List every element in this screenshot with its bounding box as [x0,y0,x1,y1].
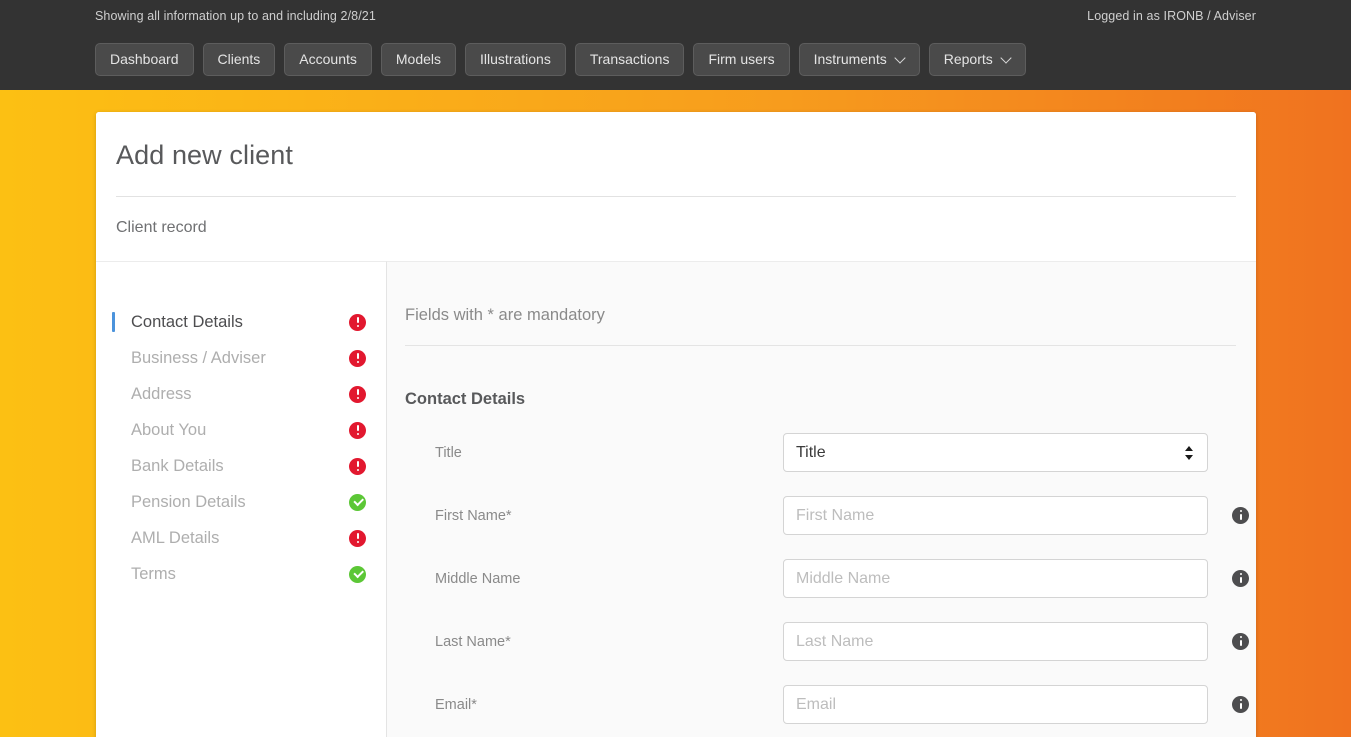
nav-button-clients[interactable]: Clients [203,43,276,76]
active-indicator-bar [112,384,115,404]
sidebar-item-label: Contact Details [131,313,341,332]
nav-button-reports[interactable]: Reports [929,43,1026,76]
field-wrapper [783,496,1208,535]
logged-in-as-text: Logged in as IRONB / Adviser [1087,9,1256,23]
nav-button-firm-users[interactable]: Firm users [693,43,789,76]
field-label: Title [435,445,783,461]
middle-name-input[interactable] [783,559,1208,598]
form-row: TitleTitleMrMrsMissMsDr [405,433,1236,472]
form-section-sidebar: Contact Details Business / Adviser Address… [96,261,387,737]
field-wrapper [783,685,1208,724]
sidebar-item-label: Pension Details [131,493,341,512]
active-indicator-bar [112,456,115,476]
card-subtitle: Client record [116,197,1236,261]
select-wrapper: TitleMrMrsMissMsDr [783,433,1208,472]
email-input[interactable] [783,685,1208,724]
nav-button-label: Clients [218,44,261,75]
nav-button-instruments[interactable]: Instruments [799,43,920,76]
sidebar-item-about-you[interactable]: About You [96,412,386,448]
nav-button-illustrations[interactable]: Illustrations [465,43,566,76]
sidebar-item-label: About You [131,421,341,440]
showing-information-text: Showing all information up to and includ… [95,9,376,23]
form-row: Email* [405,685,1236,724]
active-indicator-bar [112,312,115,332]
mandatory-fields-note: Fields with * are mandatory [405,306,1236,346]
error-exclamation-icon [349,422,366,439]
sidebar-item-bank-details[interactable]: Bank Details [96,448,386,484]
sidebar-item-label: AML Details [131,529,341,548]
field-label: First Name* [435,508,783,524]
nav-button-accounts[interactable]: Accounts [284,43,372,76]
chevron-down-icon [1002,53,1011,62]
nav-button-label: Models [396,44,441,75]
first-name-input[interactable] [783,496,1208,535]
main-nav-buttons: Dashboard Clients Accounts Models Illustrati… [95,43,1026,76]
field-label: Email* [435,697,783,713]
sidebar-item-terms[interactable]: Terms [96,556,386,592]
page-title: Add new client [116,140,1236,171]
form-fields-container: TitleTitleMrMrsMissMsDr First Name* Middle… [405,433,1236,724]
sidebar-item-pension-details[interactable]: Pension Details [96,484,386,520]
nav-button-label: Instruments [814,44,887,75]
top-navigation-bar: Showing all information up to and includ… [0,0,1351,90]
error-exclamation-icon [349,458,366,475]
sidebar-item-address[interactable]: Address [96,376,386,412]
check-circle-icon [349,566,366,583]
sidebar-item-label: Address [131,385,341,404]
card-body: Contact Details Business / Adviser Address… [96,261,1256,737]
add-new-client-card: Add new client Client record Contact Det… [96,112,1256,737]
sidebar-item-contact-details[interactable]: Contact Details [96,304,386,340]
sidebar-item-aml-details[interactable]: AML Details [96,520,386,556]
info-icon[interactable] [1232,570,1249,587]
nav-button-label: Firm users [708,44,774,75]
sidebar-item-label: Business / Adviser [131,349,341,368]
nav-button-label: Dashboard [110,44,179,75]
card-header: Add new client Client record [96,112,1256,261]
title-select[interactable]: TitleMrMrsMissMsDr [783,433,1208,472]
field-label: Middle Name [435,571,783,587]
sidebar-item-business-adviser[interactable]: Business / Adviser [96,340,386,376]
error-exclamation-icon [349,530,366,547]
field-wrapper [783,559,1208,598]
nav-button-dashboard[interactable]: Dashboard [95,43,194,76]
info-icon[interactable] [1232,507,1249,524]
error-exclamation-icon [349,314,366,331]
nav-button-label: Accounts [299,44,357,75]
form-row: First Name* [405,496,1236,535]
error-exclamation-icon [349,386,366,403]
check-circle-icon [349,494,366,511]
nav-button-models[interactable]: Models [381,43,456,76]
section-heading-contact-details: Contact Details [405,390,1236,409]
info-icon[interactable] [1232,633,1249,650]
info-icon[interactable] [1232,696,1249,713]
nav-button-label: Illustrations [480,44,551,75]
active-indicator-bar [112,564,115,584]
nav-button-label: Transactions [590,44,670,75]
form-row: Last Name* [405,622,1236,661]
field-wrapper: TitleMrMrsMissMsDr [783,433,1208,472]
nav-button-transactions[interactable]: Transactions [575,43,685,76]
form-pane: Fields with * are mandatory Contact Deta… [387,261,1256,737]
error-exclamation-icon [349,350,366,367]
sidebar-item-label: Bank Details [131,457,341,476]
active-indicator-bar [112,420,115,440]
active-indicator-bar [112,528,115,548]
active-indicator-bar [112,492,115,512]
active-indicator-bar [112,348,115,368]
field-wrapper [783,622,1208,661]
field-label: Last Name* [435,634,783,650]
nav-button-label: Reports [944,44,993,75]
last-name-input[interactable] [783,622,1208,661]
form-row: Middle Name [405,559,1236,598]
chevron-down-icon [896,53,905,62]
sidebar-item-label: Terms [131,565,341,584]
